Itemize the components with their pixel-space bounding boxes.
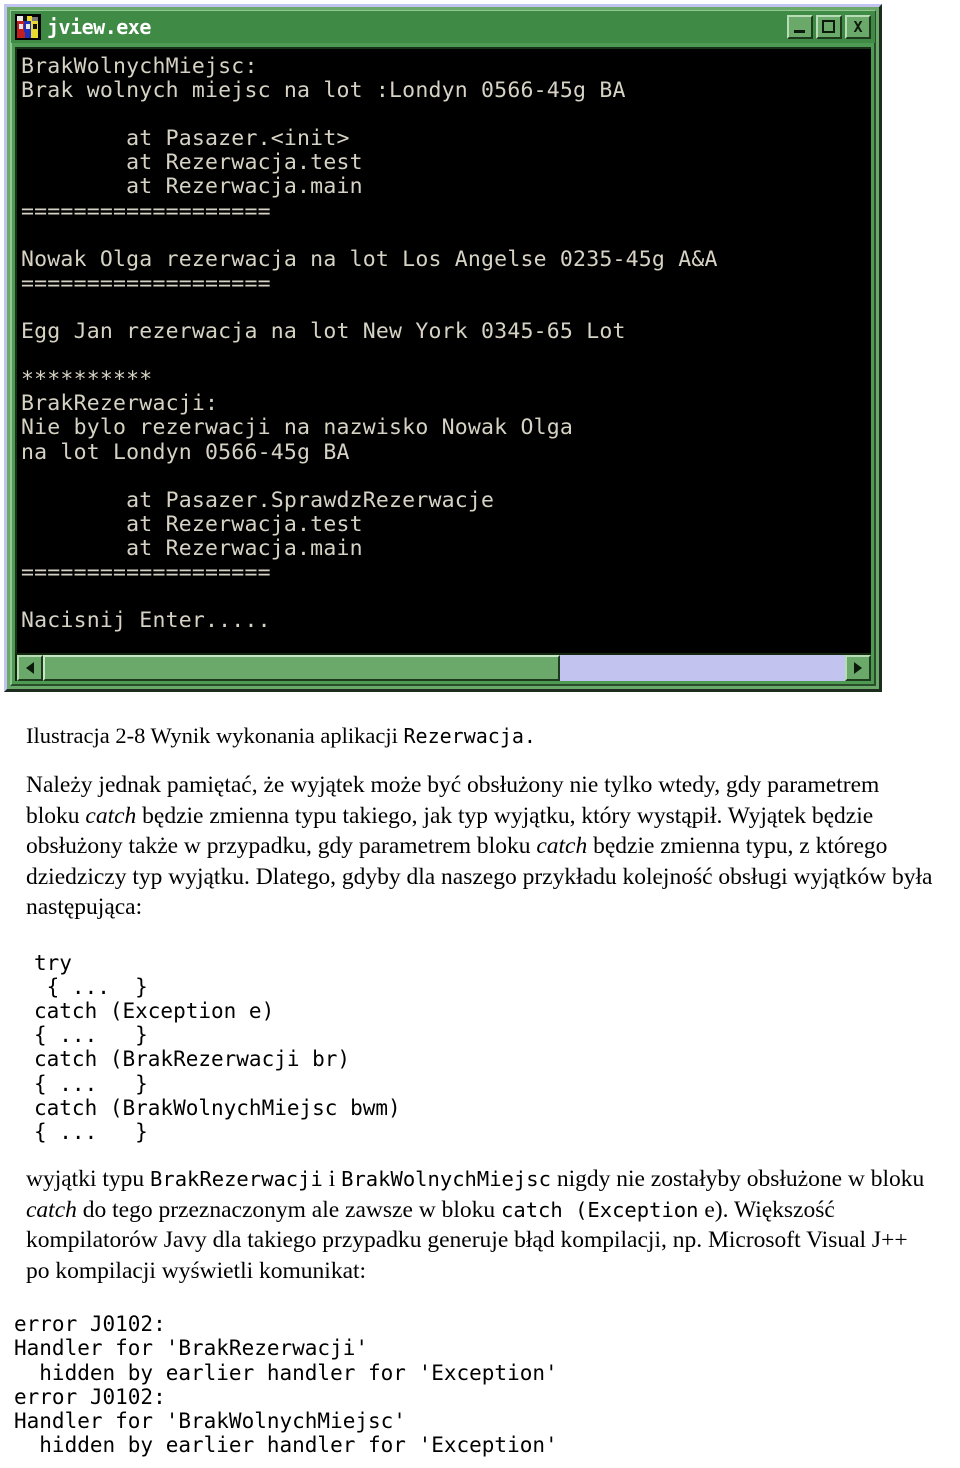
maximize-button[interactable] [816,15,842,39]
figure-caption: Ilustracja 2-8 Wynik wykonania aplikacji… [0,700,960,750]
title-bar[interactable]: jview.exe X [11,11,875,43]
console-window: jview.exe X BrakWolnychMiejsc: Brak woln… [4,4,882,692]
triangle-right-icon [854,662,862,674]
paragraph-explanation-seg1: wyjątki typu [26,1166,151,1193]
scrollbar-thumb[interactable] [43,655,561,681]
compiler-error-block: error J0102: Handler for 'BrakRezerwacji… [14,1312,558,1458]
title-bar-buttons: X [787,15,873,39]
paragraph-explanation-italic-catch: catch [26,1196,77,1223]
paragraph-intro-italic-catch-1: catch [85,802,137,829]
paragraph-intro-italic-catch-2: catch [536,833,588,859]
maximize-icon [822,20,835,33]
close-icon: X [853,17,863,36]
figure-caption-text: Ilustracja 2-8 Wynik wykonania aplikacji [26,723,404,748]
scroll-left-button[interactable] [17,655,43,681]
minimize-icon [794,30,805,33]
code-block-try-catch: try { ... } catch (Exception e) { ... } … [34,950,401,1144]
figure-caption-code: Rezerwacja. [403,724,536,748]
console-output-text: BrakWolnychMiejsc: Brak wolnych miejsc n… [21,54,718,634]
jview-app-icon [15,14,41,40]
paragraph-explanation-seg3: nigdy nie zostałyby obsłużone w bloku [550,1166,925,1193]
inline-code-brakwolnychmiejsc: BrakWolnychMiejsc [341,1167,551,1192]
console-output-area[interactable]: BrakWolnychMiejsc: Brak wolnych miejsc n… [15,47,871,653]
paragraph-explanation-seg2: i [322,1166,342,1193]
document-body: Ilustracja 2-8 Wynik wykonania aplikacji… [0,700,960,1457]
inline-code-catch-exception: catch (Exception [501,1197,699,1222]
paragraph-intro: Należy jednak pamiętać, że wyjątek może … [0,750,960,923]
scroll-right-button[interactable] [845,655,871,681]
inline-code-brakrezerwacji: BrakRezerwacji [150,1167,323,1192]
horizontal-scrollbar[interactable] [15,653,871,681]
close-button[interactable]: X [845,15,871,39]
triangle-left-icon [26,662,34,674]
paragraph-explanation-seg4: do tego przeznaczonym ale zawsze w bloku [76,1196,502,1223]
minimize-button[interactable] [787,15,813,39]
scrollbar-track[interactable] [43,655,845,681]
window-title: jview.exe [47,15,151,39]
paragraph-explanation: wyjątki typu BrakRezerwacji i BrakWolnyc… [0,1144,960,1286]
